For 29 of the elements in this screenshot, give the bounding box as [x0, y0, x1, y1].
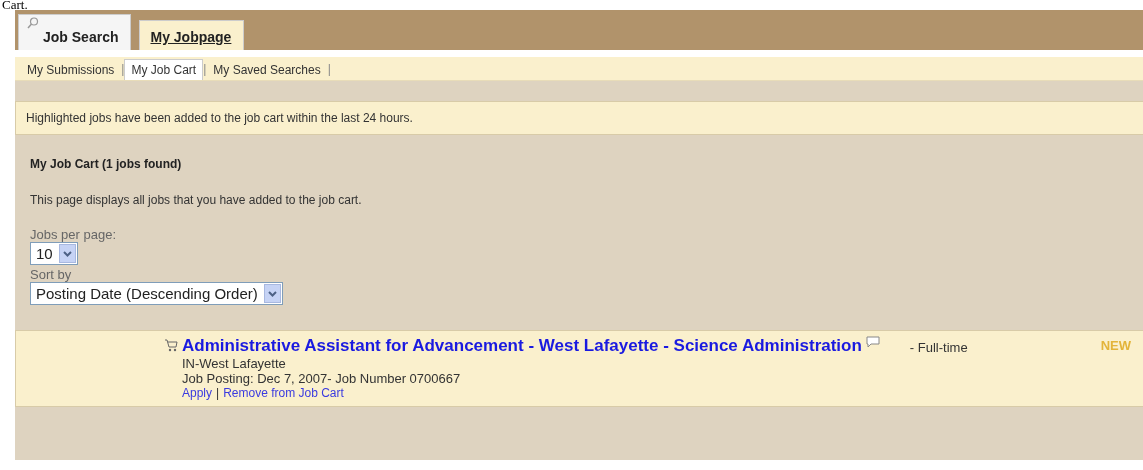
field-label: Sort by	[30, 267, 73, 282]
job-type: - Full-time	[909, 340, 968, 355]
separator: |	[327, 62, 331, 78]
separator: |	[203, 62, 207, 78]
dropdown-icon	[58, 244, 76, 263]
separator: |	[121, 62, 125, 78]
tab[interactable]: My Jobpage	[139, 20, 245, 50]
dropdown-icon	[263, 284, 281, 303]
sort-by-select[interactable]: Posting Date (Descending Order)	[30, 282, 283, 305]
action-link[interactable]: Remove from Job Cart	[223, 386, 344, 400]
job-title-link[interactable]: Administrative Assistant for Advancement - West Lafayette - Science Administration	[182, 336, 862, 356]
comment-icon	[865, 336, 880, 348]
subtab[interactable]: My Submissions	[20, 59, 122, 80]
section-title: My Job Cart (1 jobs found)	[30, 157, 183, 171]
search-icon	[27, 17, 39, 29]
subtab[interactable]: My Job Cart	[124, 59, 204, 80]
tab[interactable]: Job Search	[18, 14, 132, 50]
subtab[interactable]: My Saved Searches	[206, 59, 328, 80]
notice-text: Highlighted jobs have been added to the job cart within the last 24 hours.	[15, 101, 1143, 135]
new-label: NEW	[1100, 338, 1131, 353]
action-link[interactable]: Apply	[182, 386, 213, 400]
page-heading: Cart.	[1, 0, 29, 10]
separator: |	[216, 386, 220, 400]
description-text: This page displays all jobs that you have added to the job cart.	[30, 193, 363, 207]
job-posting-info: Job Posting: Dec 7, 2007- Job Number 0700667	[182, 371, 462, 386]
field-label: Jobs per page:	[30, 227, 117, 242]
jobs-per-page-select[interactable]: 10	[30, 242, 78, 265]
job-location: IN-West Lafayette	[182, 356, 287, 371]
cart-icon	[164, 339, 178, 352]
